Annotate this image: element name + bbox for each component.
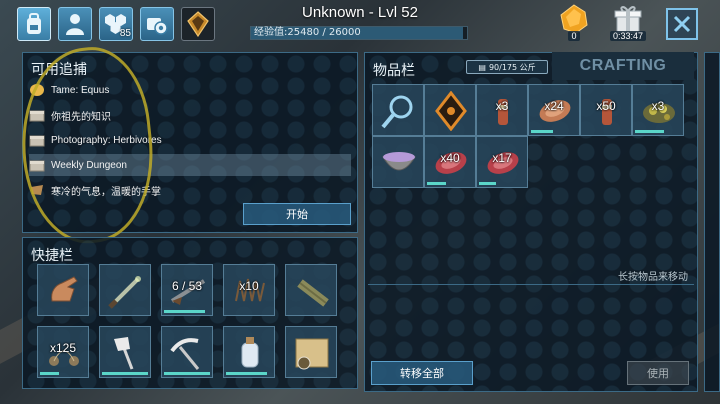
tab-crafting[interactable]: CRAFTING	[552, 52, 694, 80]
weight-indicator: ▤ 90/175 公斤	[466, 60, 548, 74]
inventory-slot[interactable]: x3	[476, 84, 528, 136]
inventory-slot[interactable]: x40	[424, 136, 476, 188]
implant-icon	[435, 91, 467, 131]
hotbar-slot[interactable]	[99, 326, 151, 378]
item-quantity: x10	[239, 279, 259, 293]
bowl-icon	[382, 152, 416, 171]
hotbar-slot[interactable]	[99, 264, 151, 316]
hide-icon	[31, 185, 43, 195]
settings-icon	[147, 18, 168, 35]
tab-inventory[interactable]	[17, 7, 51, 41]
close-icon	[673, 15, 691, 33]
quest-label: Photography: Herbivores	[51, 134, 162, 146]
inventory-slot[interactable]	[372, 136, 424, 188]
quest-item[interactable]: 你祖先的知识	[29, 104, 351, 126]
top-bar: 85 Unknown - Lvl 52 经验值:25480 / 26000 0	[0, 0, 720, 46]
close-button[interactable]	[666, 8, 698, 40]
tab-engrams[interactable]	[181, 7, 215, 41]
hotbar-slot[interactable]: x10	[223, 264, 275, 316]
inventory-slot[interactable]	[424, 84, 476, 136]
hotbar-slot[interactable]	[285, 326, 337, 378]
inventory-title: 物品栏	[373, 63, 415, 79]
tab-character[interactable]	[58, 7, 92, 41]
quest-label: Tame: Equus	[51, 84, 110, 96]
weight-icon: ▤	[478, 62, 486, 72]
amber-icon	[30, 84, 44, 96]
weight-label: 90/175 公斤	[488, 62, 536, 72]
amber-currency[interactable]: 0	[556, 3, 592, 43]
hotbar-title: 快捷栏	[31, 248, 73, 264]
xp-label: 经验值:25480 / 26000	[254, 27, 361, 38]
hotbar-panel: 快捷栏 6 / 53 x10 x125	[22, 237, 358, 389]
pickaxe-icon	[170, 338, 200, 370]
quest-label: Weekly Dungeon	[51, 159, 127, 171]
engram-icon	[187, 11, 209, 37]
hotbar-slot[interactable]	[223, 326, 275, 378]
hotbar-slot[interactable]: x125	[37, 326, 89, 378]
item-quantity: x3	[651, 99, 665, 113]
hotbar-slot[interactable]	[285, 264, 337, 316]
item-quantity: x3	[495, 99, 509, 113]
quest-label: 你祖先的知识	[51, 111, 111, 123]
daily-gift[interactable]: 0:33:47	[609, 3, 647, 43]
inventory-slot[interactable]: x24	[528, 84, 580, 136]
item-quantity: 6 / 53	[171, 279, 203, 293]
magnifier-icon	[381, 95, 413, 129]
quest-item[interactable]: Weekly Dungeon	[29, 154, 351, 176]
hotbar-slot[interactable]	[161, 326, 213, 378]
move-item-hint: 长按物品来移动	[618, 272, 688, 283]
bottle-icon	[241, 337, 259, 368]
chest-icon	[29, 160, 45, 172]
quest-label: 寒冷的气息，温暖的手掌	[51, 186, 161, 198]
tab-settings[interactable]	[140, 7, 174, 41]
item-quantity: x24	[544, 99, 564, 113]
player-name: Unknown - Lvl 52	[302, 4, 418, 21]
divider	[368, 284, 694, 285]
durability-bar	[479, 182, 496, 185]
quests-title: 可用追捕	[31, 62, 87, 78]
tab-engram-points[interactable]: 85	[99, 7, 133, 41]
durability-bar	[427, 182, 446, 185]
chest-icon	[29, 135, 45, 147]
inventory-slot[interactable]: x17	[476, 136, 528, 188]
amber-count: 0	[568, 31, 580, 41]
gift-timer: 0:33:47	[609, 31, 647, 41]
person-icon	[66, 14, 84, 35]
quest-item[interactable]: Tame: Equus	[29, 79, 351, 101]
item-quantity: x50	[596, 99, 616, 113]
transfer-all-button[interactable]: 转移全部	[371, 361, 473, 385]
inventory-slot[interactable]: x3	[632, 84, 684, 136]
quests-panel: 可用追捕 Tame: Equus 你祖先的知识 Photography: Her…	[22, 52, 358, 233]
map-icon	[295, 338, 329, 370]
spyglass-icon	[297, 279, 329, 307]
durability-bar	[226, 372, 267, 375]
quest-item[interactable]: 寒冷的气息，温暖的手掌	[29, 179, 351, 201]
backpack-icon	[27, 13, 41, 34]
xp-bar: 经验值:25480 / 26000	[250, 26, 468, 40]
inventory-slot[interactable]	[372, 84, 424, 136]
durability-bar	[164, 310, 205, 313]
start-button[interactable]: 开始	[243, 203, 351, 225]
durability-bar	[164, 372, 210, 375]
inventory-slot[interactable]: x50	[580, 84, 632, 136]
use-button[interactable]: 使用	[627, 361, 689, 385]
durability-bar	[531, 130, 553, 133]
hotbar-slot[interactable]	[37, 264, 89, 316]
side-panel-edge	[704, 52, 720, 392]
quest-item[interactable]: Photography: Herbivores	[29, 129, 351, 151]
item-quantity: x17	[492, 151, 512, 165]
durability-bar	[102, 372, 148, 375]
sword-icon	[108, 276, 141, 309]
hatchet-icon	[114, 337, 134, 370]
hotbar-slot[interactable]: 6 / 53	[161, 264, 213, 316]
chest-icon	[29, 110, 45, 122]
engram-points-count: 85	[119, 28, 131, 39]
hand-icon	[51, 276, 78, 302]
durability-bar	[635, 130, 664, 133]
durability-bar	[40, 372, 59, 375]
item-quantity: x40	[440, 151, 460, 165]
item-quantity: x125	[49, 341, 77, 355]
